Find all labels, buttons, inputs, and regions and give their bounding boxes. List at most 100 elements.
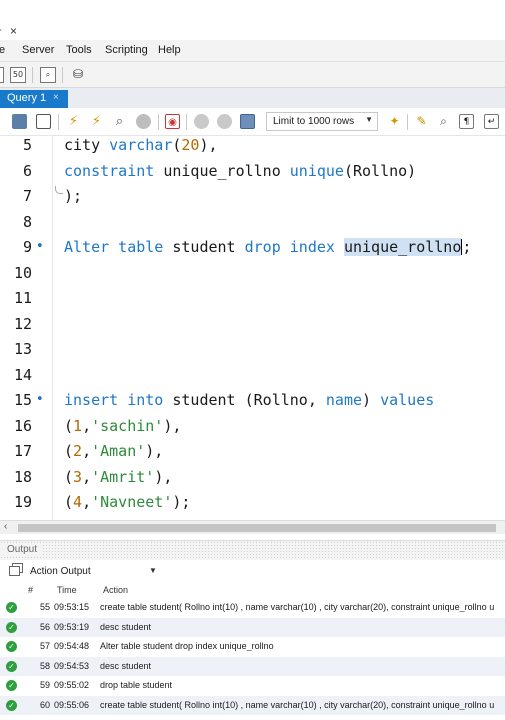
copy-icon-back <box>9 566 20 576</box>
menu-item-scripting[interactable]: Scripting <box>105 44 148 56</box>
toolbar-separator <box>58 114 59 130</box>
sql-editor[interactable]: 5 city varchar(20), 6 constraint unique_rol… <box>0 136 505 520</box>
menu-item-server[interactable]: Server <box>22 44 54 56</box>
code-line[interactable]: Alter table student drop index unique_ro… <box>64 238 471 256</box>
line-number: 17 <box>13 442 32 460</box>
output-row[interactable]: ✓ 60 09:55:06 create table student( Rollno … <box>0 695 505 715</box>
code-token: ), <box>145 442 164 460</box>
output-type-select[interactable]: Action Output ▼ <box>0 560 505 584</box>
execute-icon[interactable]: ⚡ <box>66 114 81 129</box>
code-token: ), <box>163 416 182 435</box>
code-line[interactable]: constraint unique_rollno unique(Rollno) <box>64 162 416 180</box>
sql-keyword: name <box>325 391 363 409</box>
output-row[interactable]: ✓ 58 09:54:53 desc student <box>0 656 505 676</box>
schema-icon[interactable]: ⛁ <box>70 67 86 83</box>
code-line[interactable]: (4,'Navneet'); <box>64 493 190 511</box>
line-number: 15 <box>13 391 32 409</box>
sql-number: 2 <box>73 442 83 460</box>
scroll-left-icon[interactable]: ‹ <box>4 521 7 532</box>
code-line[interactable]: insert into student (Rollno, name) value… <box>64 391 434 409</box>
column-header-number: # <box>28 585 34 595</box>
output-row[interactable]: ✓ 55 09:53:15 create table student( Rollno … <box>0 598 505 618</box>
column-header-action: Action <box>103 585 129 595</box>
code-token: ) <box>362 391 381 409</box>
commit-icon[interactable] <box>194 114 209 129</box>
code-token: ); <box>64 187 83 205</box>
row-action: create table student( Rollno int(10) , n… <box>100 699 495 710</box>
code-line[interactable]: city varchar(20), <box>64 136 218 154</box>
rollback-icon[interactable] <box>217 114 232 129</box>
sql-keyword: insert into <box>64 391 164 409</box>
line-number: 16 <box>13 416 32 435</box>
editor-horizontal-scrollbar[interactable]: ‹ <box>0 520 505 534</box>
code-token: ); <box>172 493 191 511</box>
sql-keyword: varchar <box>109 136 173 154</box>
menu-item-file[interactable]: e <box>0 44 5 56</box>
success-check-icon: ✓ <box>6 680 17 691</box>
menu-item-tools[interactable]: Tools <box>66 44 92 56</box>
output-panel-header: Output <box>0 540 505 560</box>
sql-number: 4 <box>73 493 83 511</box>
code-token: unique_rollno <box>154 161 290 180</box>
sql-string: 'sachin' <box>91 416 164 435</box>
output-row[interactable]: ✓ 57 09:54:48 Alter table student drop inde… <box>0 637 505 657</box>
sql-string: 'Navneet' <box>91 493 173 511</box>
row-time: 09:55:02 <box>54 680 90 690</box>
execute-current-icon[interactable]: ⚡ <box>89 114 104 129</box>
limit-rows-label: Limit to 1000 rows <box>273 116 355 127</box>
menu-item-help[interactable]: Help <box>158 44 181 56</box>
line-number: 9 <box>22 238 32 256</box>
row-time: 09:54:53 <box>54 660 90 671</box>
stop-icon[interactable] <box>136 114 151 129</box>
row-number: 56 <box>39 621 50 632</box>
line-number: 8 <box>22 212 32 231</box>
inspector-icon[interactable]: ⌕ <box>40 67 56 83</box>
line-number: 13 <box>13 340 32 358</box>
code-token: , <box>82 493 92 511</box>
toolbar-separator <box>62 67 63 83</box>
close-window-icon[interactable]: × <box>10 24 17 38</box>
output-row[interactable]: ✓ 59 09:55:02 drop table student <box>0 676 505 696</box>
sql-file-icon[interactable]: 50 <box>10 67 26 83</box>
row-time: 09:54:48 <box>54 641 90 651</box>
code-token: ( <box>64 442 74 460</box>
code-line[interactable]: (1,'sachin'), <box>64 417 181 435</box>
close-tab-icon[interactable]: × <box>53 92 59 103</box>
line-number: 10 <box>13 263 32 282</box>
code-token: , <box>82 442 92 460</box>
tab-query-1[interactable]: Query 1 × <box>0 90 68 108</box>
sql-number: 1 <box>73 416 83 435</box>
row-action: create table student( Rollno int(10) , n… <box>100 602 495 612</box>
success-check-icon: ✓ <box>6 641 17 652</box>
beautify-icon[interactable]: ✦ <box>387 114 402 129</box>
invisible-chars-icon[interactable]: ¶ <box>459 114 474 129</box>
limit-rows-select[interactable]: Limit to 1000 rows ▼ <box>266 112 378 131</box>
output-row[interactable]: ✓ 56 09:53:19 desc student <box>0 617 505 637</box>
code-token: ; <box>462 238 472 256</box>
word-wrap-icon[interactable]: ↵ <box>484 114 499 129</box>
find-icon[interactable]: ⌕ <box>436 114 451 129</box>
autocommit-icon[interactable] <box>240 114 255 129</box>
selected-text: unique_rollno <box>343 238 462 256</box>
scrollbar-thumb[interactable] <box>18 524 496 532</box>
toggle-error-icon[interactable]: ◉ <box>165 114 180 129</box>
new-connection-icon[interactable] <box>0 67 4 83</box>
sql-number: 3 <box>73 467 83 486</box>
explain-icon[interactable]: ⌕ <box>112 114 127 129</box>
open-folder-icon[interactable] <box>12 114 27 129</box>
code-line[interactable]: ); <box>64 187 82 205</box>
success-check-icon: ✓ <box>6 699 17 711</box>
code-token: , <box>82 467 92 486</box>
save-icon[interactable] <box>36 114 51 129</box>
code-token: ), <box>154 467 173 486</box>
success-check-icon: ✓ <box>6 602 17 613</box>
row-number: 57 <box>39 641 50 651</box>
row-time: 09:55:06 <box>54 699 90 710</box>
line-number: 6 <box>22 161 32 180</box>
code-line[interactable]: (2,'Aman'), <box>64 442 163 460</box>
code-line[interactable]: (3,'Amrit'), <box>64 468 172 486</box>
line-number: 5 <box>22 136 32 154</box>
code-token: student (Rollno, <box>163 391 326 409</box>
format-brush-icon[interactable]: ✎ <box>414 114 429 129</box>
